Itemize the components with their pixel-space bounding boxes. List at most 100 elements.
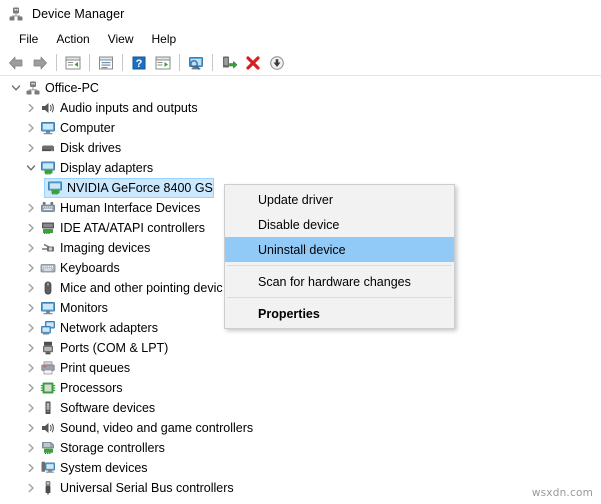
display-adapter-icon <box>39 160 56 176</box>
toolbar-separator-5 <box>212 54 213 71</box>
chevron-right-icon[interactable] <box>23 100 39 116</box>
tree-item-software-devices[interactable]: Software devices <box>0 398 601 418</box>
tree-item-universal-serial-bus-controllers[interactable]: Universal Serial Bus controllers <box>0 478 601 498</box>
action-pane-icon <box>154 55 172 71</box>
show-hide-action-pane-button[interactable] <box>151 52 175 74</box>
keyboard-icon <box>39 260 56 276</box>
menu-action[interactable]: Action <box>47 30 98 48</box>
menu-bar: File Action View Help <box>0 28 601 50</box>
chevron-right-icon[interactable] <box>23 380 39 396</box>
context-menu-item-properties[interactable]: Properties <box>225 301 454 326</box>
properties-window-icon <box>97 55 115 71</box>
update-driver-button[interactable] <box>217 52 241 74</box>
context-menu-separator-2 <box>227 297 452 298</box>
chevron-right-icon[interactable] <box>23 340 39 356</box>
back-button[interactable] <box>4 52 28 74</box>
tree-item-sound-video-and-game-controllers[interactable]: Sound, video and game controllers <box>0 418 601 438</box>
chevron-right-icon[interactable] <box>23 400 39 416</box>
menu-file[interactable]: File <box>10 30 47 48</box>
tree-item-label: Universal Serial Bus controllers <box>60 481 234 495</box>
title-bar: Device Manager <box>0 0 601 28</box>
tree-item-label: Keyboards <box>60 261 120 275</box>
context-menu-item-disable-device[interactable]: Disable device <box>225 212 454 237</box>
system-device-icon <box>39 460 56 476</box>
hid-icon <box>39 200 56 216</box>
context-menu-item-uninstall-device[interactable]: Uninstall device <box>225 237 454 262</box>
chevron-right-icon[interactable] <box>23 300 39 316</box>
chevron-right-icon[interactable] <box>23 360 39 376</box>
chevron-down-icon[interactable] <box>23 160 39 176</box>
tree-item-label: Display adapters <box>60 161 154 175</box>
disable-device-button[interactable] <box>265 52 289 74</box>
uninstall-device-button[interactable] <box>241 52 265 74</box>
chevron-right-icon[interactable] <box>23 120 39 136</box>
svg-text:?: ? <box>136 58 143 70</box>
monitor-icon <box>39 300 56 316</box>
tree-item-label: Storage controllers <box>60 441 165 455</box>
tree-item-system-devices[interactable]: System devices <box>0 458 601 478</box>
forward-arrow-icon <box>31 55 49 71</box>
tree-item-label: Audio inputs and outputs <box>60 101 198 115</box>
update-driver-icon <box>220 55 238 71</box>
port-icon <box>39 340 56 356</box>
chevron-right-icon[interactable] <box>23 420 39 436</box>
tree-item-processors[interactable]: Processors <box>0 378 601 398</box>
chevron-right-icon[interactable] <box>23 220 39 236</box>
scan-for-hardware-changes-button[interactable] <box>184 52 208 74</box>
speaker-icon <box>39 100 56 116</box>
mouse-icon <box>39 280 56 296</box>
tree-item-print-queues[interactable]: Print queues <box>0 358 601 378</box>
tree-item-label: Processors <box>60 381 123 395</box>
display-adapter-icon <box>46 180 63 196</box>
tree-item-ports-com-and-lpt[interactable]: Ports (COM & LPT) <box>0 338 601 358</box>
context-menu-item-scan-for-hardware-changes[interactable]: Scan for hardware changes <box>225 269 454 294</box>
tree-item-audio-inputs-and-outputs[interactable]: Audio inputs and outputs <box>0 98 601 118</box>
tree-item-label: Network adapters <box>60 321 158 335</box>
speaker-icon <box>39 420 56 436</box>
device-context-menu[interactable]: Update driver Disable device Uninstall d… <box>224 184 455 329</box>
help-question-icon: ? <box>130 55 148 71</box>
help-button[interactable]: ? <box>127 52 151 74</box>
toolbar-separator-3 <box>122 54 123 71</box>
chevron-right-icon[interactable] <box>23 200 39 216</box>
tree-item-label: System devices <box>60 461 148 475</box>
menu-view[interactable]: View <box>99 30 143 48</box>
chevron-right-icon[interactable] <box>23 240 39 256</box>
chevron-right-icon[interactable] <box>23 460 39 476</box>
chevron-right-icon[interactable] <box>23 260 39 276</box>
network-adapter-icon <box>39 320 56 336</box>
chevron-right-icon[interactable] <box>23 320 39 336</box>
printer-icon <box>39 360 56 376</box>
menu-help[interactable]: Help <box>143 30 186 48</box>
toolbar-separator-4 <box>179 54 180 71</box>
monitor-icon <box>39 120 56 136</box>
toolbar-separator-1 <box>56 54 57 71</box>
watermark: wsxdn.com <box>531 487 593 499</box>
show-hide-console-tree-button[interactable] <box>61 52 85 74</box>
context-menu-separator-1 <box>227 265 452 266</box>
tree-item-display-adapters[interactable]: Display adapters <box>0 158 601 178</box>
tree-item-computer[interactable]: Computer <box>0 118 601 138</box>
console-tree-icon <box>64 55 82 71</box>
tree-item-disk-drives[interactable]: Disk drives <box>0 138 601 158</box>
toolbar: ? <box>0 50 601 76</box>
tree-item-label: Software devices <box>60 401 156 415</box>
tree-item-label: NVIDIA GeForce 8400 GS <box>67 181 213 195</box>
chevron-right-icon[interactable] <box>23 480 39 496</box>
tree-item-label: Computer <box>60 121 115 135</box>
forward-button[interactable] <box>28 52 52 74</box>
chevron-right-icon[interactable] <box>23 440 39 456</box>
tree-item-label: Disk drives <box>60 141 122 155</box>
tree-item-label: Office-PC <box>45 81 99 95</box>
toolbar-separator-2 <box>89 54 90 71</box>
tree-item-storage-controllers[interactable]: Storage controllers <box>0 438 601 458</box>
scan-monitor-icon <box>186 55 206 71</box>
properties-button[interactable] <box>94 52 118 74</box>
chevron-down-icon[interactable] <box>8 80 24 96</box>
chevron-right-icon[interactable] <box>23 280 39 296</box>
context-menu-item-update-driver[interactable]: Update driver <box>225 187 454 212</box>
tree-item-office-pc[interactable]: Office-PC <box>0 78 601 98</box>
chevron-right-icon[interactable] <box>23 140 39 156</box>
tree-item-label: Mice and other pointing devic <box>60 281 223 295</box>
tree-item-label: Ports (COM & LPT) <box>60 341 169 355</box>
